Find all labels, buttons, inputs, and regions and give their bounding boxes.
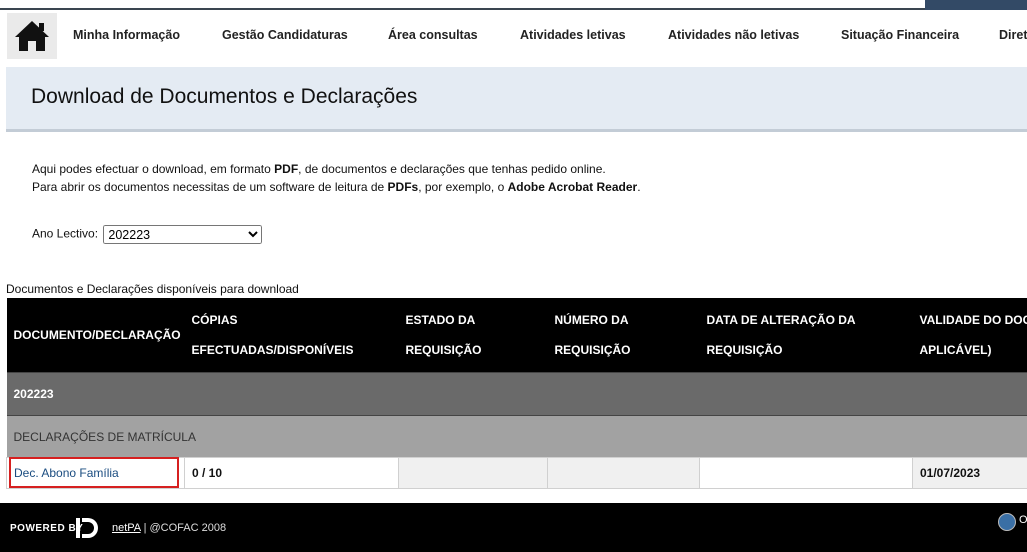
category-row: DECLARAÇÕES DE MATRÍCULA (6, 415, 1027, 458)
intro-text: Aqui podes efectuar o download, em forma… (32, 160, 641, 196)
date-changed-cell (699, 457, 913, 489)
top-corner-block (925, 0, 1027, 10)
year-filter: Ano Lectivo: 202223 (32, 225, 263, 244)
year-select[interactable]: 202223 (103, 225, 263, 244)
intro-line-1: Aqui podes efectuar o download, em forma… (32, 160, 641, 178)
nav-atividades-nao-letivas[interactable]: Atividades não letivas (668, 28, 799, 42)
header-text: APLICÁVEL) (919, 343, 992, 357)
copies-cell: 0 / 10 (184, 457, 399, 489)
header-text: CÓPIAS (191, 313, 238, 327)
header-text: REQUISIÇÃO (554, 343, 631, 357)
header-documento: DOCUMENTO/DECLARAÇÃO (6, 298, 185, 373)
intro-bold-acrobat: Adobe Acrobat Reader (507, 180, 638, 194)
table-row: Dec. Abono Família 0 / 10 01/07/2023 (6, 457, 1027, 489)
nav-area-consultas[interactable]: Área consultas (388, 28, 478, 42)
footer-right-text: O (1019, 514, 1027, 526)
year-filter-label: Ano Lectivo: (32, 226, 99, 241)
home-button[interactable] (7, 13, 57, 59)
globe-icon[interactable] (998, 513, 1016, 531)
page-banner: Download de Documentos e Declarações (6, 67, 1027, 132)
year-group-label: 202223 (6, 372, 1027, 416)
year-group-row: 202223 (6, 372, 1027, 416)
header-text: DOCUMENTO/DECLARAÇÃO (13, 328, 181, 342)
header-text: ESTADO DA (405, 313, 476, 327)
copyright-text: | @COFAC 2008 (140, 522, 227, 534)
powered-by-text: Powered by (10, 523, 84, 534)
header-text: EFECTUADAS/DISPONÍVEIS (191, 343, 354, 357)
document-cell: Dec. Abono Família (6, 457, 185, 489)
header-text: REQUISIÇÃO (706, 343, 783, 357)
nav-diret[interactable]: Diret (999, 28, 1027, 42)
nav-minha-informacao[interactable]: Minha Informação (73, 28, 180, 42)
footer-copyright: netPA | @COFAC 2008 (112, 522, 226, 534)
intro-line-2: Para abrir os documentos necessitas de u… (32, 178, 641, 196)
table-header-row: DOCUMENTO/DECLARAÇÃO CÓPIAS EFECTUADAS/DI… (6, 298, 1027, 373)
header-text: NÚMERO DA (554, 313, 629, 327)
header-text: REQUISIÇÃO (405, 343, 482, 357)
d-logo-icon (76, 518, 98, 538)
status-cell (398, 457, 548, 489)
header-text: DATA DE ALTERAÇÃO DA (706, 313, 856, 327)
nav-situacao-financeira[interactable]: Situação Financeira (841, 28, 959, 42)
intro-text-part: Aqui podes efectuar o download, em forma… (32, 162, 275, 176)
header-text: VALIDADE DO DOC (919, 313, 1027, 327)
netpa-link[interactable]: netPA (112, 522, 141, 534)
table-caption: Documentos e Declarações disponíveis par… (6, 282, 299, 296)
validity-cell: 01/07/2023 (912, 457, 1027, 489)
intro-text-part: . (637, 180, 641, 194)
header-estado: ESTADO DA REQUISIÇÃO (398, 298, 548, 373)
top-navigation: Minha Informação Gestão Candidaturas Áre… (0, 10, 1027, 67)
nav-gestao-candidaturas[interactable]: Gestão Candidaturas (222, 28, 348, 42)
house-icon (15, 21, 49, 51)
header-copias: CÓPIAS EFECTUADAS/DISPONÍVEIS (184, 298, 399, 373)
intro-text-part: , por exemplo, o (418, 180, 508, 194)
highlight-box (9, 457, 179, 488)
intro-bold-pdf: PDF (274, 162, 299, 176)
header-data-alteracao: DATA DE ALTERAÇÃO DA REQUISIÇÃO (699, 298, 913, 373)
category-label: DECLARAÇÕES DE MATRÍCULA (6, 415, 1027, 458)
request-number-cell (547, 457, 700, 489)
nav-atividades-letivas[interactable]: Atividades letivas (520, 28, 626, 42)
documents-table: DOCUMENTO/DECLARAÇÃO CÓPIAS EFECTUADAS/DI… (6, 298, 1027, 489)
header-validade: VALIDADE DO DOC APLICÁVEL) (912, 298, 1027, 373)
intro-bold-pdfs: PDFs (387, 180, 419, 194)
intro-text-part: Para abrir os documentos necessitas de u… (32, 180, 388, 194)
header-numero: NÚMERO DA REQUISIÇÃO (547, 298, 700, 373)
footer: Powered by netPA | @COFAC 2008 O (0, 503, 1027, 552)
intro-text-part: , de documentos e declarações que tenhas… (298, 162, 606, 176)
page-title: Download de Documentos e Declarações (31, 85, 418, 108)
